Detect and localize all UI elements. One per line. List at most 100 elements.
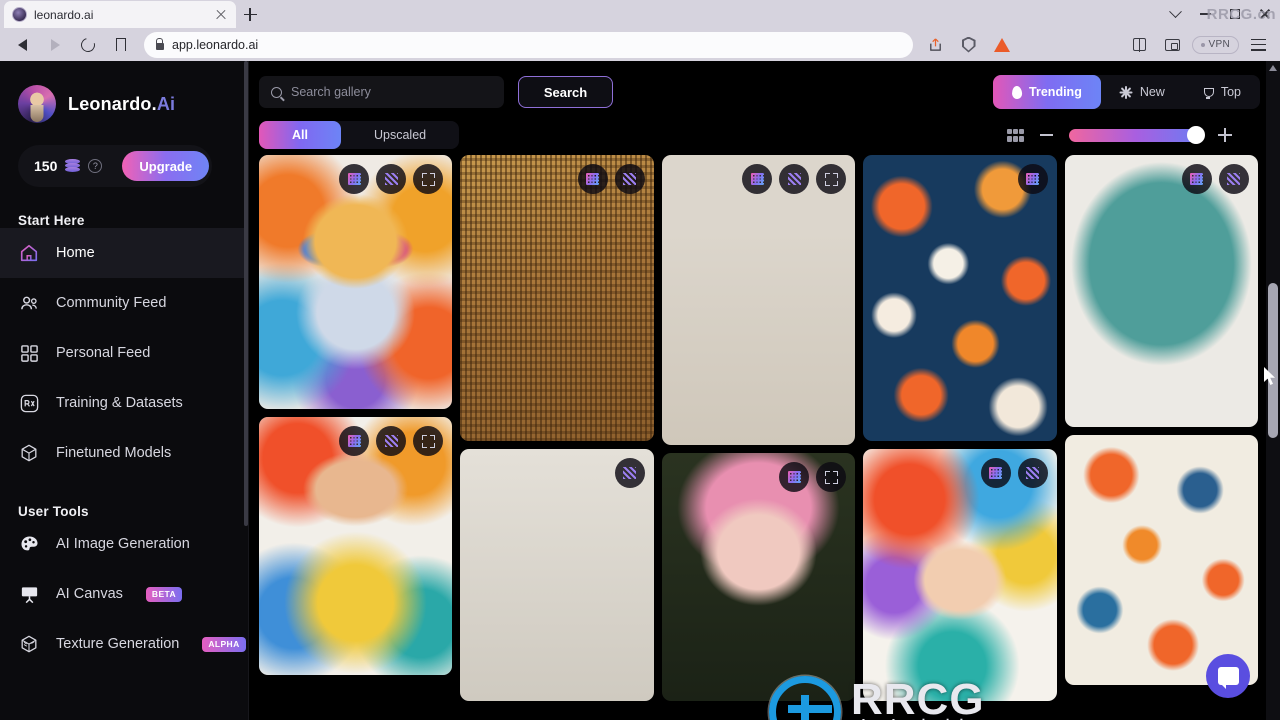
card-action-button[interactable] [1218,164,1249,194]
chat-bubble-shape [1217,667,1239,689]
forward-arrow-icon[interactable] [41,31,69,59]
brand[interactable]: Leonardo.Ai [0,61,248,123]
gallery-card-character-sheet[interactable] [460,449,654,701]
page-scrollbar[interactable] [1266,61,1280,720]
tab-all[interactable]: All [259,121,341,149]
brave-logo-icon[interactable] [988,31,1016,59]
gallery-card-rainbow-hair[interactable] [863,449,1057,701]
bookmark-icon[interactable] [107,31,135,59]
browser-toolbar: app.leonardo.ai VPN [0,28,1280,61]
tab-new[interactable]: New [1101,75,1184,109]
browser-tab[interactable]: leonardo.ai [4,1,236,28]
grid-view-icon[interactable] [1007,128,1024,142]
vpn-label: VPN [1208,39,1230,50]
card-action-button[interactable] [614,164,645,194]
gallery-card-lion[interactable] [259,155,453,409]
upgrade-button[interactable]: Upgrade [122,151,210,181]
card-action-button[interactable] [816,164,847,194]
sidebar-item-personal-feed[interactable]: Personal Feed [0,328,248,378]
card-action-button[interactable] [339,426,370,456]
diagonal-icon [1026,467,1040,479]
card-action-button[interactable] [1017,164,1048,194]
gallery-card-girl-glasses[interactable] [259,417,453,675]
sidebar-item-home[interactable]: Home [0,228,248,278]
vpn-button[interactable]: VPN [1191,35,1239,54]
card-action-button[interactable] [1017,458,1048,488]
reload-icon[interactable] [74,31,102,59]
card-action-button[interactable] [413,426,444,456]
card-action-button[interactable] [376,426,407,456]
chat-bubble-icon[interactable] [1206,654,1250,698]
diagonal-icon [787,173,801,185]
leonardo-favicon-icon [12,7,27,22]
gallery-card-hieroglyphs[interactable] [460,155,654,441]
new-tab-button[interactable] [236,1,264,28]
card-action-button[interactable] [1181,164,1212,194]
vpn-status-dot [1200,42,1205,47]
card-actions [779,462,847,492]
sidebar-item-finetuned-models[interactable]: Finetuned Models [0,428,248,478]
card-action-button[interactable] [614,458,645,488]
zoom-slider[interactable] [1069,126,1205,144]
sidebar-item-label: Texture Generation [56,636,180,652]
main-content: Search gallery Search Trending New Top A… [249,61,1280,720]
gallery-card-floral-cream[interactable] [1064,435,1258,685]
share-icon[interactable] [922,31,950,59]
pixel-icon [347,435,361,447]
pixel-icon [787,471,801,483]
search-button[interactable]: Search [518,76,613,108]
gallery-card-floral-navy[interactable] [863,155,1057,441]
sidebar-item-ai-canvas[interactable]: AI Canvas BETA [0,569,248,619]
scroll-up-arrow-icon[interactable] [1269,65,1277,71]
pixel-icon [586,173,600,185]
slider-knob[interactable] [1187,126,1205,144]
gallery-card-pink-hair[interactable] [661,453,856,701]
address-bar[interactable]: app.leonardo.ai [144,31,913,58]
browser-window: leonardo.ai RRCG.cn app.leonardo.ai VPN … [0,0,1280,720]
sidebar-item-label: Training & Datasets [56,395,183,411]
card-action-button[interactable] [980,458,1011,488]
sidebar-item-texture-generation[interactable]: Texture Generation ALPHA [0,619,248,669]
scrollbar-thumb[interactable] [1268,283,1278,438]
sidebar-toggle-icon[interactable] [1126,31,1154,59]
sidebar-scrollbar[interactable] [244,61,248,526]
minus-icon[interactable] [1040,134,1053,136]
card-action-button[interactable] [779,164,810,194]
app-viewport: Leonardo.Ai 150 ? Upgrade Start Here Hom… [0,61,1280,720]
search-input[interactable]: Search gallery [259,76,504,108]
sidebar-item-ai-image-generation[interactable]: AI Image Generation [0,519,248,569]
hamburger-menu-icon[interactable] [1244,31,1272,59]
brave-shield-icon[interactable] [955,31,983,59]
back-arrow-icon[interactable] [8,31,36,59]
card-action-button[interactable] [779,462,810,492]
alpha-badge: ALPHA [202,636,246,652]
card-action-button[interactable] [816,462,847,492]
artwork-image [661,155,856,445]
card-action-button[interactable] [376,164,407,194]
home-icon [18,242,40,264]
card-action-button[interactable] [742,164,773,194]
wallet-icon[interactable] [1159,31,1187,59]
question-mark-icon[interactable]: ? [88,159,103,173]
tab-trending[interactable]: Trending [993,75,1101,109]
artwork-image [1064,155,1258,427]
sidebar-item-label: AI Canvas [56,586,123,602]
sidebar-item-label: Home [56,245,95,261]
card-action-button[interactable] [413,164,444,194]
diagonal-icon [384,173,398,185]
plus-icon[interactable] [1218,128,1232,142]
card-action-button[interactable] [339,164,370,194]
sidebar-item-community-feed[interactable]: Community Feed [0,278,248,328]
sidebar-item-training-datasets[interactable]: Training & Datasets [0,378,248,428]
chevron-down-icon[interactable] [1160,0,1190,28]
close-icon[interactable] [214,8,228,22]
gallery-card-warrior[interactable] [661,155,856,445]
card-action-button[interactable] [577,164,608,194]
gallery-toolbar: Search gallery Search Trending New Top A… [249,61,1280,155]
expand-icon [824,172,838,186]
sort-tab-group: Trending New Top [993,75,1260,109]
gallery-card-koala-bicycle[interactable] [1064,155,1258,427]
tab-top[interactable]: Top [1184,75,1260,109]
people-icon [18,292,40,314]
tab-upscaled[interactable]: Upscaled [341,121,459,149]
